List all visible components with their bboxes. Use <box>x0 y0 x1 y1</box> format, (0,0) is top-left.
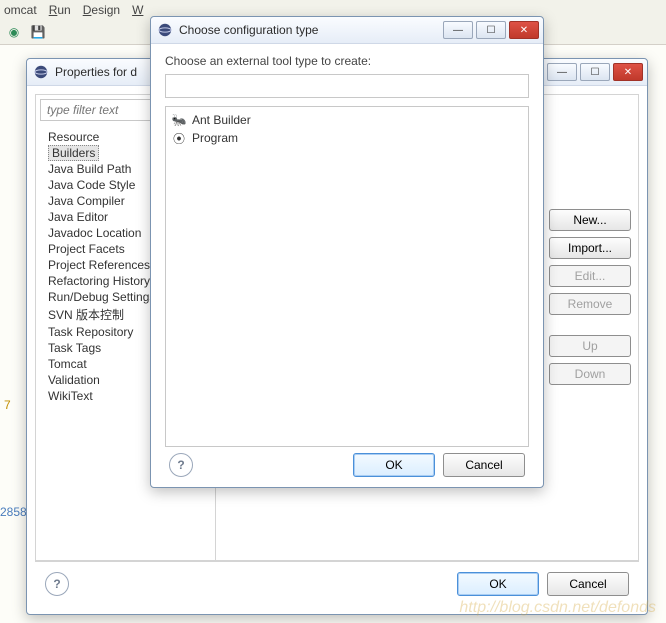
menu-design[interactable]: Design <box>83 3 120 17</box>
ide-toolbar: ◉ 💾 <box>6 24 46 40</box>
properties-cancel-button[interactable]: Cancel <box>547 572 629 596</box>
close-button[interactable]: ✕ <box>509 21 539 39</box>
choose-filter-input[interactable] <box>165 74 529 98</box>
editor-line-number: 7 <box>4 398 11 412</box>
config-type-list[interactable]: 🐜 Ant Builder ⦿ Program <box>165 106 529 447</box>
program-icon: ⦿ <box>172 131 186 145</box>
config-type-label: Ant Builder <box>192 113 251 127</box>
ant-icon: 🐜 <box>172 113 186 127</box>
down-button: Down <box>549 363 631 385</box>
config-type-item[interactable]: ⦿ Program <box>172 129 522 147</box>
minimize-button[interactable]: — <box>443 21 473 39</box>
maximize-button[interactable]: ☐ <box>580 63 610 81</box>
menu-run[interactable]: Run <box>49 3 71 17</box>
up-button: Up <box>549 335 631 357</box>
properties-ok-button[interactable]: OK <box>457 572 539 596</box>
tomcat-save-icon[interactable]: 💾 <box>30 24 46 40</box>
choose-titlebar: Choose configuration type — ☐ ✕ <box>151 17 543 44</box>
help-icon[interactable]: ? <box>169 453 193 477</box>
maximize-button[interactable]: ☐ <box>476 21 506 39</box>
editor-gutter-number: 2858 <box>0 505 27 519</box>
tomcat-run-icon[interactable]: ◉ <box>6 24 22 40</box>
config-type-item[interactable]: 🐜 Ant Builder <box>172 111 522 129</box>
builders-button-group: New... Import... Edit... Remove Up Down <box>549 209 631 385</box>
remove-button: Remove <box>549 293 631 315</box>
help-icon[interactable]: ? <box>45 572 69 596</box>
choose-prompt: Choose an external tool type to create: <box>165 54 529 68</box>
choose-title: Choose configuration type <box>179 23 443 37</box>
new-button[interactable]: New... <box>549 209 631 231</box>
minimize-button[interactable]: — <box>547 63 577 81</box>
eclipse-icon <box>33 64 49 80</box>
menu-w[interactable]: W <box>132 3 143 17</box>
tree-item[interactable]: Builders <box>48 145 99 161</box>
edit-button: Edit... <box>549 265 631 287</box>
import-button[interactable]: Import... <box>549 237 631 259</box>
menu-tomcat[interactable]: omcat <box>4 3 37 17</box>
ide-menu-bar: omcat Run Design W <box>0 3 143 17</box>
choose-config-dialog: Choose configuration type — ☐ ✕ Choose a… <box>150 16 544 488</box>
eclipse-icon <box>157 22 173 38</box>
config-type-label: Program <box>192 131 238 145</box>
choose-cancel-button[interactable]: Cancel <box>443 453 525 477</box>
close-button[interactable]: ✕ <box>613 63 643 81</box>
choose-ok-button[interactable]: OK <box>353 453 435 477</box>
